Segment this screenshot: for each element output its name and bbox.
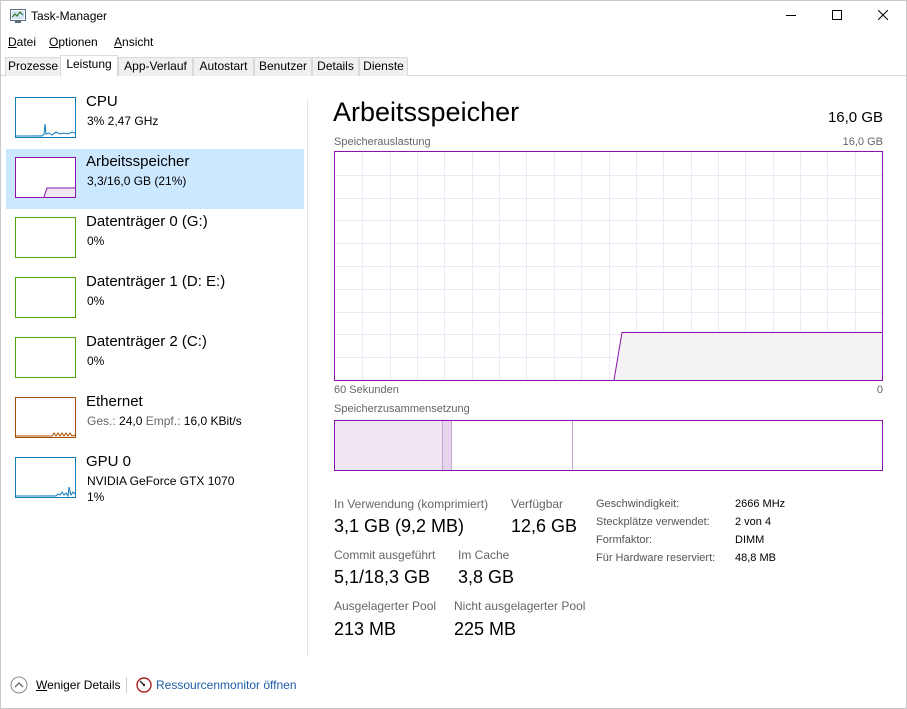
- tab-benutzer[interactable]: Benutzer: [254, 57, 312, 76]
- memory-usage-area: [614, 332, 882, 380]
- sidebar-item-arbeitsspeicher[interactable]: Arbeitsspeicher 3,3/16,0 GB (21%): [6, 149, 304, 209]
- graph-max-label: 16,0 GB: [842, 136, 883, 148]
- available-value: 12,6 GB: [511, 516, 578, 536]
- sidebar-item-detail: 0%: [87, 294, 105, 308]
- in-use-value: 3,1 GB (9,2 MB): [334, 516, 465, 536]
- menu-optionen[interactable]: Optionen: [49, 35, 98, 49]
- menu-bar: Datei Optionen Ansicht: [1, 32, 906, 52]
- task-manager-window: Task-Manager Datei Optionen Ansicht Proz…: [0, 0, 907, 709]
- detail-label: Geschwindigkeit:: [596, 498, 680, 510]
- menu-datei[interactable]: Datei: [8, 35, 36, 49]
- ethernet-thumbnail: [15, 397, 76, 438]
- sidebar-item-label: Datenträger 1 (D: E:): [86, 273, 226, 290]
- title-bar[interactable]: Task-Manager: [1, 1, 906, 31]
- sidebar-item-datentraeger-1[interactable]: Datenträger 1 (D: E:) 0%: [6, 269, 304, 329]
- memory-usage-graph: [334, 151, 883, 381]
- detail-label: Steckplätze verwendet:: [596, 516, 710, 528]
- sidebar-item-label: Ethernet: [86, 393, 143, 410]
- minimize-button[interactable]: [768, 1, 814, 31]
- task-manager-icon: [10, 9, 26, 23]
- resource-monitor-icon[interactable]: [136, 677, 152, 693]
- detail-label: Formfaktor:: [596, 534, 653, 546]
- fewer-details-icon[interactable]: [10, 676, 28, 694]
- nonpaged-pool-value: 225 MB: [454, 619, 517, 639]
- maximize-icon: [832, 9, 842, 23]
- minimize-icon: [786, 9, 796, 23]
- disk-0-thumbnail: [15, 217, 76, 258]
- sidebar-item-detail: NVIDIA GeForce GTX 1070 1%: [87, 474, 235, 504]
- tab-autostart[interactable]: Autostart: [193, 57, 254, 76]
- sidebar-item-detail: 0%: [87, 354, 105, 368]
- graph-time-right: 0: [876, 384, 883, 396]
- sidebar-item-label: Datenträger 2 (C:): [86, 333, 207, 350]
- detail-label: Für Hardware reserviert:: [596, 552, 716, 564]
- memory-thumbnail: [15, 157, 76, 198]
- tab-details[interactable]: Details: [312, 57, 359, 76]
- available-label: Verfügbar: [511, 497, 564, 511]
- detail-value: 48,8 MB: [735, 552, 776, 564]
- comp-in-use-segment: [335, 421, 442, 470]
- sidebar-item-label: Datenträger 0 (G:): [86, 213, 208, 230]
- tab-app-verlauf[interactable]: App-Verlauf: [118, 57, 193, 76]
- comp-modified-segment: [443, 421, 451, 470]
- maximize-button[interactable]: [814, 1, 860, 31]
- detail-value: 2666 MHz: [735, 498, 786, 510]
- sidebar-item-label: CPU: [86, 93, 118, 110]
- sidebar-item-ethernet[interactable]: Ethernet Ges.: 24,0 Empf.: 16,0 KBit/s: [6, 389, 304, 449]
- memory-composition-bar[interactable]: [334, 420, 883, 471]
- cache-value: 3,8 GB: [458, 567, 515, 587]
- composition-label: Speicherzusammensetzung: [334, 403, 470, 415]
- graph-time-left: 60 Sekunden: [334, 384, 399, 396]
- detail-value: 2 von 4: [735, 516, 772, 528]
- page-title: Arbeitsspeicher: [333, 97, 520, 127]
- disk-2-thumbnail: [15, 337, 76, 378]
- graph-label: Speicherauslastung: [334, 136, 431, 148]
- resource-monitor-link[interactable]: Ressourcenmonitor öffnen: [156, 678, 297, 692]
- close-button[interactable]: [860, 1, 906, 31]
- cache-label: Im Cache: [458, 548, 510, 562]
- sidebar-item-label: Arbeitsspeicher: [86, 153, 190, 170]
- commit-value: 5,1/18,3 GB: [334, 567, 431, 587]
- cpu-thumbnail: [15, 97, 76, 138]
- sidebar-item-datentraeger-0[interactable]: Datenträger 0 (G:) 0%: [6, 209, 304, 269]
- in-use-label: In Verwendung (komprimiert): [334, 497, 489, 511]
- sidebar-item-detail: Ges.: 24,0 Empf.: 16,0 KBit/s: [87, 414, 242, 428]
- sidebar-item-detail: 3,3/16,0 GB (21%): [87, 174, 187, 188]
- paged-pool-label: Ausgelagerter Pool: [334, 599, 437, 613]
- sidebar-item-gpu-0[interactable]: GPU 0 NVIDIA GeForce GTX 1070 1%: [6, 449, 304, 509]
- disk-1-thumbnail: [15, 277, 76, 318]
- sidebar-item-detail: 3% 2,47 GHz: [87, 114, 159, 128]
- menu-ansicht[interactable]: Ansicht: [114, 35, 153, 49]
- tab-prozesse[interactable]: Prozesse: [5, 57, 61, 76]
- tab-leistung[interactable]: Leistung: [60, 55, 118, 77]
- window-title: Task-Manager: [31, 9, 108, 23]
- commit-label: Commit ausgeführt: [334, 548, 436, 562]
- panel-divider[interactable]: [307, 99, 308, 657]
- paged-pool-value: 213 MB: [334, 619, 397, 639]
- tab-dienste[interactable]: Dienste: [359, 57, 408, 76]
- tab-strip: Prozesse Leistung App-Verlauf Autostart …: [1, 55, 906, 77]
- sidebar-item-detail: 0%: [87, 234, 105, 248]
- nonpaged-pool-label: Nicht ausgelagerter Pool: [454, 599, 586, 613]
- close-icon: [877, 9, 889, 23]
- footer-separator: [126, 677, 127, 693]
- detail-value: DIMM: [735, 534, 765, 546]
- sidebar-item-cpu[interactable]: CPU 3% 2,47 GHz: [6, 89, 304, 149]
- sidebar-item-datentraeger-2[interactable]: Datenträger 2 (C:) 0%: [6, 329, 304, 389]
- gpu-thumbnail: [15, 457, 76, 498]
- sidebar-item-label: GPU 0: [86, 453, 132, 470]
- total-memory: 16,0 GB: [827, 109, 883, 126]
- fewer-details-button[interactable]: Weniger Details: [36, 678, 120, 692]
